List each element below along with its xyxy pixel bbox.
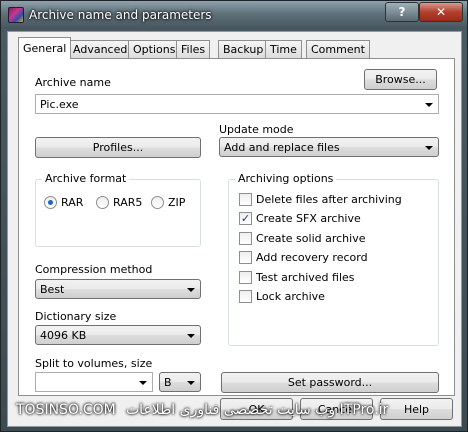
split-volumes-input[interactable] bbox=[35, 372, 153, 392]
update-mode-value: Add and replace files bbox=[224, 141, 340, 154]
archive-name-value: Pic.exe bbox=[40, 98, 79, 111]
radio-icon[interactable] bbox=[151, 196, 164, 209]
checkbox-lock-archive[interactable]: Lock archive bbox=[239, 290, 325, 303]
tab-general[interactable]: General bbox=[18, 37, 72, 59]
dictionary-size-select[interactable]: 4096 KB bbox=[35, 325, 201, 345]
tab-time[interactable]: Time bbox=[265, 40, 302, 58]
general-tab-panel: Archive name Browse... Pic.exe Update mo… bbox=[18, 58, 455, 396]
help-button[interactable]: Help bbox=[380, 398, 453, 420]
checkbox-label: Create SFX archive bbox=[256, 212, 361, 225]
checkbox-recovery-record[interactable]: Add recovery record bbox=[239, 251, 368, 264]
checkbox-icon[interactable] bbox=[239, 193, 252, 206]
window-title: Archive name and parameters bbox=[29, 8, 212, 22]
browse-button[interactable]: Browse... bbox=[364, 69, 437, 90]
split-unit-select[interactable]: B bbox=[159, 372, 201, 392]
profiles-button[interactable]: Profiles... bbox=[35, 137, 201, 158]
tab-advanced[interactable]: Advanced bbox=[68, 40, 133, 58]
radio-zip-label: ZIP bbox=[168, 196, 186, 209]
watermark-left: TOSINSO.COM bbox=[16, 402, 116, 418]
update-mode-label: Update mode bbox=[219, 123, 294, 136]
watermark-right: وب سایت تخصصی فناوری اطلاعات ITPro.ir bbox=[126, 402, 389, 418]
chevron-down-icon bbox=[187, 334, 195, 338]
radio-rar[interactable]: RAR bbox=[44, 196, 83, 209]
checkbox-label: Lock archive bbox=[256, 290, 325, 303]
radio-rar5-label: RAR5 bbox=[113, 196, 143, 209]
winrar-app-icon bbox=[8, 7, 24, 23]
checkbox-icon[interactable] bbox=[239, 271, 252, 284]
chevron-down-icon bbox=[187, 288, 195, 292]
compression-method-label: Compression method bbox=[35, 263, 153, 276]
set-password-button[interactable]: Set password... bbox=[221, 372, 439, 393]
dictionary-size-label: Dictionary size bbox=[35, 310, 117, 323]
checkbox-label: Test archived files bbox=[256, 271, 355, 284]
checkbox-delete-files[interactable]: Delete files after archiving bbox=[239, 193, 402, 206]
chevron-down-icon bbox=[187, 381, 195, 385]
compression-method-value: Best bbox=[40, 283, 65, 296]
chevron-down-icon[interactable] bbox=[425, 103, 433, 107]
dictionary-size-value: 4096 KB bbox=[40, 329, 87, 342]
compression-method-select[interactable]: Best bbox=[35, 279, 201, 299]
update-mode-select[interactable]: Add and replace files bbox=[219, 137, 439, 157]
archiving-options-title: Archiving options bbox=[235, 172, 337, 185]
checkbox-icon[interactable] bbox=[239, 251, 252, 264]
checkbox-label: Create solid archive bbox=[256, 232, 366, 245]
archive-format-group: Archive format RAR RAR5 ZIP bbox=[35, 172, 201, 247]
archive-name-input[interactable]: Pic.exe bbox=[35, 94, 439, 114]
chevron-down-icon[interactable] bbox=[139, 381, 147, 385]
tab-options[interactable]: Options bbox=[128, 40, 181, 58]
radio-rar5[interactable]: RAR5 bbox=[96, 196, 142, 209]
title-bar[interactable]: Archive name and parameters ? ✕ bbox=[1, 1, 467, 29]
dialog-window: Archive name and parameters ? ✕ General … bbox=[0, 0, 468, 432]
checkbox-test-files[interactable]: Test archived files bbox=[239, 271, 355, 284]
archive-format-title: Archive format bbox=[42, 172, 130, 185]
close-button[interactable]: ✕ bbox=[419, 2, 463, 22]
checkbox-icon[interactable] bbox=[239, 232, 252, 245]
radio-selected-icon[interactable] bbox=[44, 196, 57, 209]
checkbox-label: Add recovery record bbox=[256, 251, 368, 264]
archive-name-label: Archive name bbox=[35, 76, 111, 89]
chevron-down-icon bbox=[425, 146, 433, 150]
checkbox-solid-archive[interactable]: Create solid archive bbox=[239, 232, 365, 245]
checkbox-create-sfx[interactable]: ✓ Create SFX archive bbox=[239, 212, 361, 225]
tab-backup[interactable]: Backup bbox=[218, 40, 269, 58]
split-volumes-label: Split to volumes, size bbox=[35, 357, 153, 370]
help-title-button[interactable]: ? bbox=[385, 2, 419, 22]
archiving-options-group: Archiving options Delete files after arc… bbox=[228, 172, 439, 346]
client-area: General Advanced Options Files Backup Ti… bbox=[7, 31, 462, 427]
checkbox-label: Delete files after archiving bbox=[256, 193, 402, 206]
radio-icon[interactable] bbox=[96, 196, 109, 209]
radio-rar-label: RAR bbox=[61, 196, 84, 209]
split-unit-value: B bbox=[164, 376, 172, 389]
tab-comment[interactable]: Comment bbox=[306, 40, 370, 58]
checkbox-icon[interactable] bbox=[239, 290, 252, 303]
tab-files[interactable]: Files bbox=[176, 40, 211, 58]
radio-zip[interactable]: ZIP bbox=[151, 196, 185, 209]
checkbox-checked-icon[interactable]: ✓ bbox=[239, 212, 252, 225]
